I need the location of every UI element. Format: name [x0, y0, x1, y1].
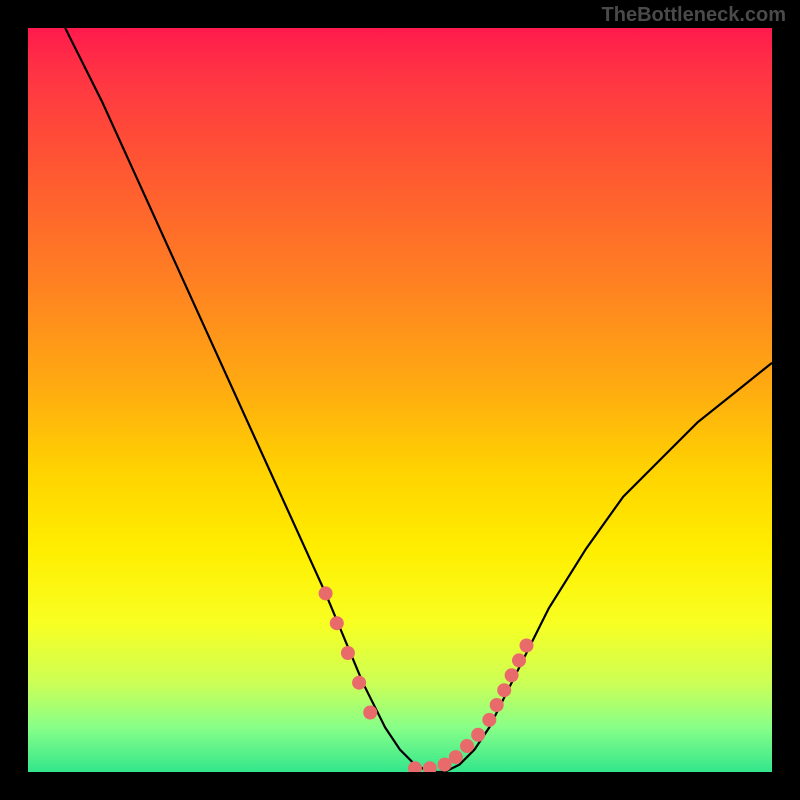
highlighted-dot — [352, 676, 366, 690]
highlighted-dot — [482, 713, 496, 727]
highlighted-dot — [341, 646, 355, 660]
highlighted-dot — [319, 586, 333, 600]
bottleneck-curve-svg — [28, 28, 772, 772]
highlighted-dot — [423, 761, 437, 772]
plot-area — [28, 28, 772, 772]
highlighted-dot — [363, 706, 377, 720]
highlighted-dot — [330, 616, 344, 630]
watermark-text: TheBottleneck.com — [602, 4, 786, 27]
highlighted-dots-group — [319, 586, 534, 772]
highlighted-dot — [449, 750, 463, 764]
highlighted-dot — [490, 698, 504, 712]
bottleneck-curve-path — [65, 28, 772, 772]
highlighted-dot — [497, 683, 511, 697]
highlighted-dot — [408, 761, 422, 772]
highlighted-dot — [471, 728, 485, 742]
highlighted-dot — [512, 653, 526, 667]
highlighted-dot — [460, 739, 474, 753]
highlighted-dot — [505, 668, 519, 682]
highlighted-dot — [520, 639, 534, 653]
